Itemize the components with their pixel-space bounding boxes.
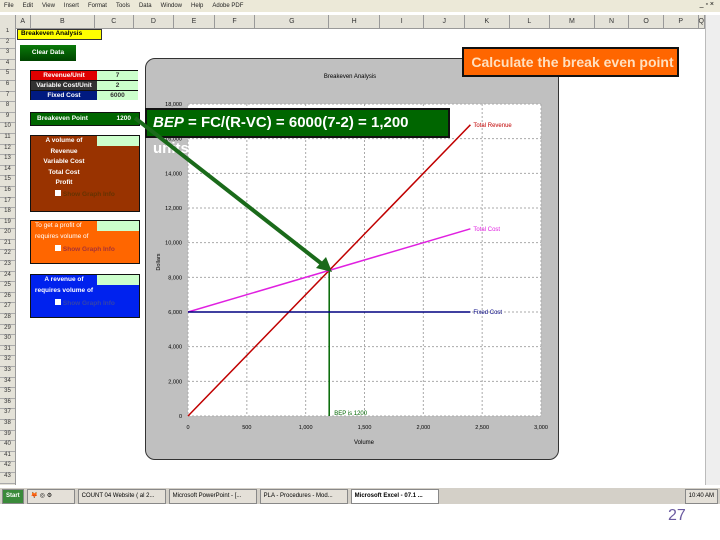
x-tick-label: 1,500 bbox=[358, 425, 372, 431]
y-axis-label: Dollars bbox=[156, 253, 162, 270]
x-tick-label: 2,500 bbox=[475, 425, 489, 431]
y-tick-label: 8,000 bbox=[168, 275, 182, 281]
x-tick-label: 2,000 bbox=[416, 425, 430, 431]
series-label: Total Revenue bbox=[473, 123, 512, 129]
x-tick-label: 500 bbox=[242, 425, 251, 431]
callout-box: Calculate the break even point bbox=[462, 47, 679, 77]
taskbar: Start 🦊 ◎ ⚙ COUNT 04 Website ( al 2... Mi… bbox=[0, 487, 720, 504]
chart-title: Breakeven Analysis bbox=[324, 74, 376, 80]
y-tick-label: 14,000 bbox=[165, 171, 182, 177]
y-tick-label: 0 bbox=[179, 414, 182, 420]
page-number: 27 bbox=[668, 507, 686, 524]
y-tick-label: 6,000 bbox=[168, 310, 182, 316]
taskbar-item[interactable]: PLA - Procedures - Mod... bbox=[259, 488, 348, 504]
taskbar-item[interactable]: Microsoft PowerPoint - [... bbox=[168, 488, 257, 504]
formula-italic: BEP bbox=[153, 114, 184, 131]
chart-svg: Breakeven Analysis 0 2,000 4,000 6,000 8,000 1… bbox=[156, 74, 548, 446]
start-button[interactable]: Start bbox=[2, 488, 24, 504]
quick-launch[interactable]: 🦊 ◎ ⚙ bbox=[26, 488, 75, 504]
x-tick-label: 3,000 bbox=[534, 425, 548, 431]
y-tick-label: 2,000 bbox=[168, 379, 182, 385]
y-tick-label: 4,000 bbox=[168, 345, 182, 351]
taskbar-item[interactable]: COUNT 04 Website ( al 2... bbox=[77, 488, 166, 504]
x-axis-label: Volume bbox=[354, 440, 375, 446]
y-tick-label: 12,000 bbox=[165, 206, 182, 212]
x-tick-label: 1,000 bbox=[299, 425, 313, 431]
y-tick-label: 10,000 bbox=[165, 241, 182, 247]
formula-box: BEP = FC/(R-VC) = 6000(7-2) = 1,200 unit… bbox=[145, 108, 450, 157]
series-label: Fixed Cost bbox=[473, 310, 502, 316]
taskbar-item[interactable]: Microsoft Excel - 07.1 ... bbox=[350, 488, 439, 504]
callout-text: Calculate the break even point bbox=[471, 54, 674, 70]
x-tick-label: 0 bbox=[186, 425, 189, 431]
series-label: Total Cost bbox=[473, 227, 500, 233]
bep-label: BEP is 1200 bbox=[334, 411, 368, 417]
clock: 10:40 AM bbox=[684, 488, 718, 504]
